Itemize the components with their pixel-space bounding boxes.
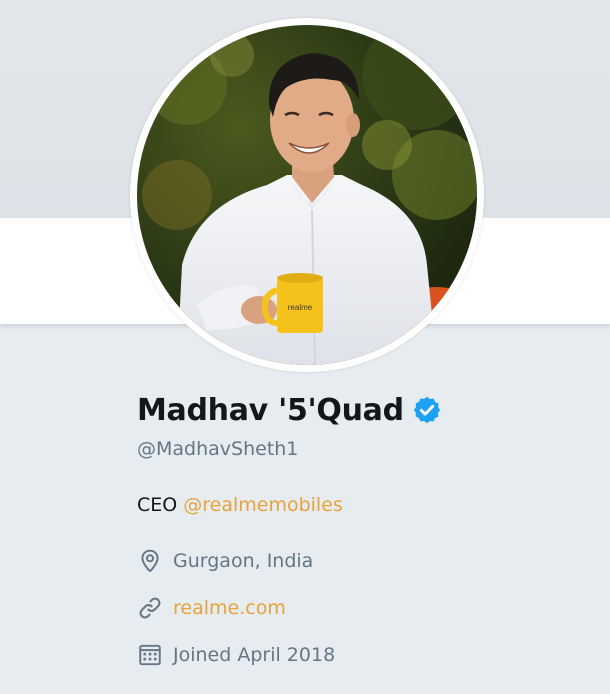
avatar-photo: realme: [137, 25, 477, 365]
location-row: Gurgaon, India: [137, 546, 597, 576]
location-text: Gurgaon, India: [173, 550, 314, 572]
bio-text: CEO: [137, 494, 178, 516]
avatar[interactable]: realme: [137, 25, 477, 365]
website-link[interactable]: realme.com: [173, 597, 286, 619]
calendar-icon: [137, 642, 163, 668]
name-row: Madhav '5'Quad: [137, 386, 597, 434]
joined-row: Joined April 2018: [137, 640, 597, 670]
profile-bio: CEO @realmemobiles: [137, 490, 597, 520]
bio-mention-link[interactable]: @realmemobiles: [183, 494, 343, 516]
location-pin-icon: [137, 548, 163, 574]
profile-info: Madhav '5'Quad @MadhavSheth1 CEO @realmem…: [137, 386, 597, 670]
verified-badge-icon: [412, 395, 442, 425]
website-row: realme.com: [137, 593, 597, 623]
profile-handle: @MadhavSheth1: [137, 438, 299, 460]
display-name: Madhav '5'Quad: [137, 392, 404, 428]
mug-logo: realme: [288, 303, 313, 312]
link-icon: [137, 595, 163, 621]
joined-text: Joined April 2018: [173, 644, 336, 666]
